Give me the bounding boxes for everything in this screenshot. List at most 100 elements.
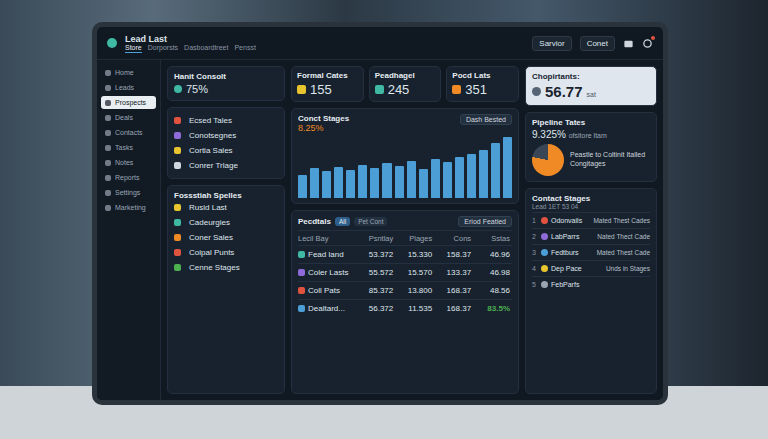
avatar-icon [541,265,548,272]
chart-bar[interactable] [491,143,500,198]
table-cell: 85.372 [356,286,395,295]
chart-bar[interactable] [334,167,343,198]
sidebar-item[interactable]: Leads [101,81,156,94]
segment-item[interactable]: Cadeurgies [174,215,278,230]
sidebar-item[interactable]: Notes [101,156,156,169]
stage-item[interactable]: 4Dep PaceUnds in Stages [532,260,650,276]
avatar-icon [541,233,548,240]
segment-item[interactable]: Cenne Stages [174,260,278,275]
chart-bar[interactable] [358,165,367,198]
chart-bar[interactable] [419,169,428,198]
segment-icon [174,219,181,226]
table-cell: 15.570 [395,268,434,277]
chart-bar[interactable] [298,175,307,198]
table-cell: 133.37 [434,268,473,277]
chart-bar[interactable] [455,157,464,198]
segment-item[interactable]: Coipal Punts [174,245,278,260]
folder-icon[interactable] [623,38,634,49]
table-cell: 53.372 [356,250,395,259]
column-header[interactable]: Sstas [473,234,512,243]
quick-list-item[interactable]: Cortia Sales [174,143,278,158]
stage-item[interactable]: 3FedtbursMated Thest Cade [532,244,650,260]
sidebar-item[interactable]: Deals [101,111,156,124]
item-icon [174,132,181,139]
menu-icon [105,100,111,106]
column-header[interactable]: Cons [434,234,473,243]
segment-icon [174,264,181,271]
tab[interactable]: Pensst [234,44,255,53]
segment-icon [174,234,181,241]
sidebar-item[interactable]: Settings [101,186,156,199]
chart-bar[interactable] [310,168,319,198]
status-icon [174,85,182,93]
tab[interactable]: Store [125,44,142,53]
highlight-card: Chopirtants:56.77sat [525,66,657,106]
stage-item[interactable]: 2LabParrsNated Thect Cade [532,228,650,244]
logo-icon [107,38,117,48]
menu-icon [105,175,111,181]
chart-bar[interactable] [382,163,391,198]
avatar-icon [541,217,548,224]
chart-bar[interactable] [467,154,476,198]
notification-button[interactable] [642,38,653,49]
avatar-icon [541,249,548,256]
kpi-card: Hanit Consolt75% [167,66,285,101]
filter-chip[interactable]: Pet Cont [354,217,387,226]
primary-button[interactable]: Sarvior [532,36,571,51]
secondary-button[interactable]: Conet [580,36,615,51]
avatar-icon [541,281,548,288]
chart-bar[interactable] [503,137,512,198]
sidebar-item[interactable]: Tasks [101,141,156,154]
table-row[interactable]: Coler Lasts55.57215.570133.3746.98 [298,263,512,281]
chart-bar[interactable] [443,162,452,198]
pie-chart[interactable] [532,144,564,176]
chart-button[interactable]: Dash Bested [460,114,512,125]
table-cell: Fead land [298,250,356,259]
chart-bar[interactable] [479,150,488,198]
table-row[interactable]: Dealtard...56.37211.535168.3783.5% [298,299,512,317]
segment-icon [174,249,181,256]
quick-list: Ecsed TalesConotsegnesCortia SalesConrer… [167,107,285,179]
table-row[interactable]: Coll Pats85.37213.800168.3748.56 [298,281,512,299]
office-scene: Lead LastStoreDorporstsDasboardtreetPens… [0,0,768,439]
column-header[interactable]: Plages [395,234,434,243]
table-button[interactable]: Eriod Featied [458,216,512,227]
chart-bar[interactable] [407,161,416,198]
table-cell: Coler Lasts [298,268,356,277]
chart-card: Conct Stages8.25%Dash Bested [291,108,519,204]
column-header[interactable]: Lecil Bay [298,234,356,243]
quick-list-item[interactable]: Conotsegnes [174,128,278,143]
table-cell: 55.572 [356,268,395,277]
stage-item[interactable]: 1OdonvailsMated Thest Cades [532,212,650,228]
deals-table: PecdtalsAllPet ContEriod FeatiedLecil Ba… [291,210,519,394]
people-icon [532,87,541,96]
quick-list-item[interactable]: Conrer Trlage [174,158,278,173]
sidebar-item[interactable]: Prospects [101,96,156,109]
tab[interactable]: Dasboardtreet [184,44,228,53]
chart-bar[interactable] [322,171,331,198]
stage-item[interactable]: 5FebParfs [532,276,650,292]
sidebar-item[interactable]: Contacts [101,126,156,139]
chart-bar[interactable] [431,159,440,198]
chart-bar[interactable] [346,170,355,198]
chart-bar[interactable] [370,168,379,199]
table-cell: 83.5% [473,304,512,313]
tab[interactable]: Dorporsts [148,44,178,53]
pipeline-card: Pipeline Tates9.325% ofsitore ltamPeastl… [525,112,657,182]
segment-item[interactable]: Rusid Last [174,200,278,215]
item-icon [174,117,181,124]
filter-chip[interactable]: All [335,217,350,226]
sidebar-item[interactable]: Home [101,66,156,79]
segment-item[interactable]: Coner Sales [174,230,278,245]
stat-card: Peadhagel245 [369,66,442,102]
chart-bar[interactable] [395,166,404,198]
table-row[interactable]: Fead land53.37215.330158.3746.96 [298,245,512,263]
item-icon [174,162,181,169]
column-header[interactable]: Psntlay [356,234,395,243]
sidebar-item[interactable]: Reports [101,171,156,184]
quick-list-item[interactable]: Ecsed Tales [174,113,278,128]
menu-icon [105,70,111,76]
sidebar-item[interactable]: Marketing [101,201,156,214]
table-header: Lecil BayPsntlayPlagesConsSstas [298,230,512,245]
item-icon [174,147,181,154]
